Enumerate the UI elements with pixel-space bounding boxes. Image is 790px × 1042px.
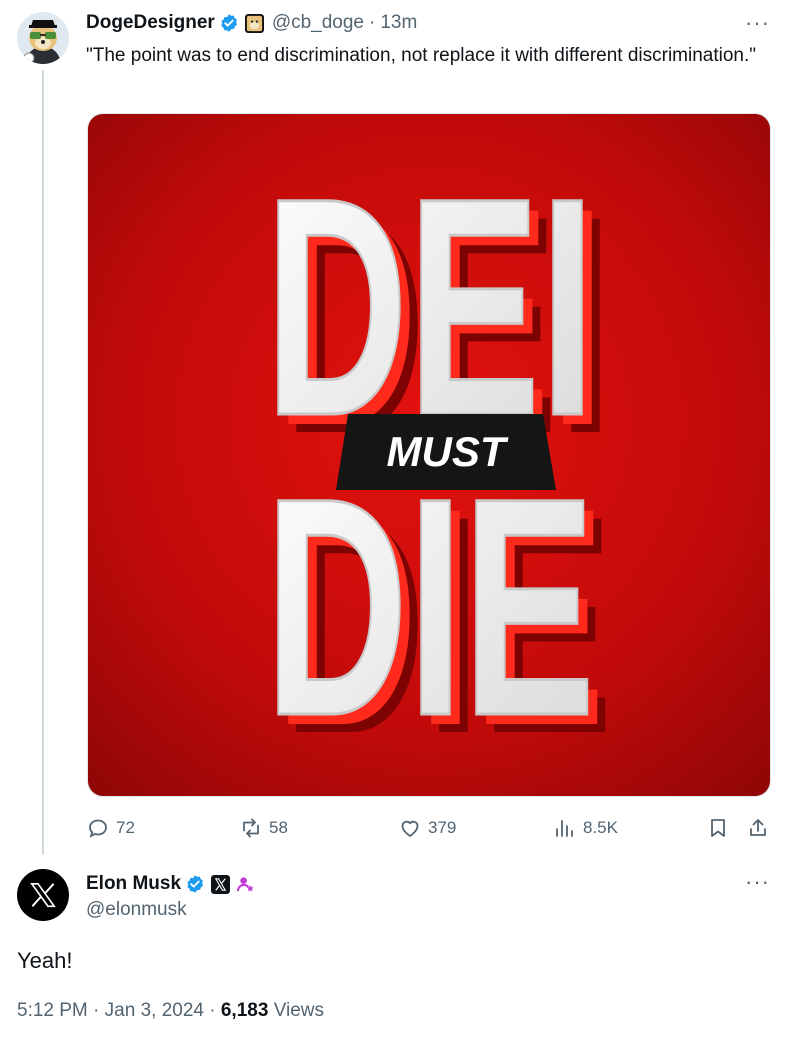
- heart-icon: [401, 820, 419, 837]
- more-options-icon[interactable]: ···: [745, 10, 770, 36]
- x-affiliate-badge-icon[interactable]: [211, 874, 231, 894]
- bookmark-button[interactable]: [706, 812, 736, 844]
- avatar[interactable]: [17, 869, 69, 921]
- view-count: 8.5K: [583, 818, 618, 837]
- repost-icon: [243, 818, 259, 838]
- tweet-actions: 72 58 379 8.5K: [86, 812, 772, 844]
- reply-icon: [89, 819, 107, 838]
- doge-avatar-icon: [17, 12, 69, 64]
- views-count[interactable]: 6,183: [221, 1000, 269, 1021]
- doge-affiliate-badge-icon[interactable]: [244, 13, 264, 33]
- repost-count: 58: [269, 818, 288, 837]
- tweet-header: Elon Musk: [86, 870, 255, 898]
- x-logo-icon: [30, 882, 56, 908]
- more-options-icon[interactable]: ···: [745, 869, 770, 895]
- share-button[interactable]: [746, 812, 776, 844]
- like-count: 379: [428, 818, 457, 837]
- views-label: Views: [273, 1000, 325, 1021]
- tweet-header: DogeDesigner @cb_doge · 13m: [86, 10, 770, 36]
- display-name[interactable]: DogeDesigner: [86, 12, 215, 34]
- poster-banner-text: MUST: [387, 428, 509, 475]
- avatar[interactable]: [17, 12, 69, 64]
- post-time[interactable]: 5:12 PM: [17, 1000, 88, 1021]
- separator-dot: ·: [93, 1000, 100, 1021]
- separator-dot: ·: [209, 1000, 216, 1021]
- analytics-icon: [556, 820, 573, 837]
- tweet-metadata: 5:12 PM · Jan 3, 2024 · 6,183 Views: [17, 1000, 324, 1022]
- bookmark-icon: [711, 819, 725, 837]
- reply-count: 72: [116, 818, 135, 837]
- share-icon: [750, 819, 766, 836]
- verified-badge-icon[interactable]: [219, 13, 239, 33]
- thread-connector-line: [42, 70, 44, 855]
- views-button[interactable]: 8.5K: [553, 812, 618, 844]
- display-name[interactable]: Elon Musk: [86, 873, 181, 895]
- tweet-text: Yeah!: [17, 948, 73, 973]
- tweet-image[interactable]: DEI DIE DEI DIE DEI DIE MUST: [87, 113, 771, 797]
- like-button[interactable]: 379: [398, 812, 456, 844]
- handle[interactable]: @elonmusk: [86, 899, 187, 921]
- dei-must-die-poster: DEI DIE DEI DIE DEI DIE MUST: [88, 114, 770, 796]
- reply-button[interactable]: 72: [86, 812, 135, 844]
- person-star-icon[interactable]: [236, 875, 255, 894]
- timestamp[interactable]: 13m: [380, 12, 417, 34]
- verified-badge-icon[interactable]: [185, 874, 205, 894]
- separator-dot: ·: [369, 12, 376, 33]
- post-date[interactable]: Jan 3, 2024: [105, 1000, 204, 1021]
- tweet-text: "The point was to end discrimination, no…: [86, 45, 757, 66]
- handle[interactable]: @cb_doge: [272, 12, 364, 34]
- repost-button[interactable]: 58: [239, 812, 288, 844]
